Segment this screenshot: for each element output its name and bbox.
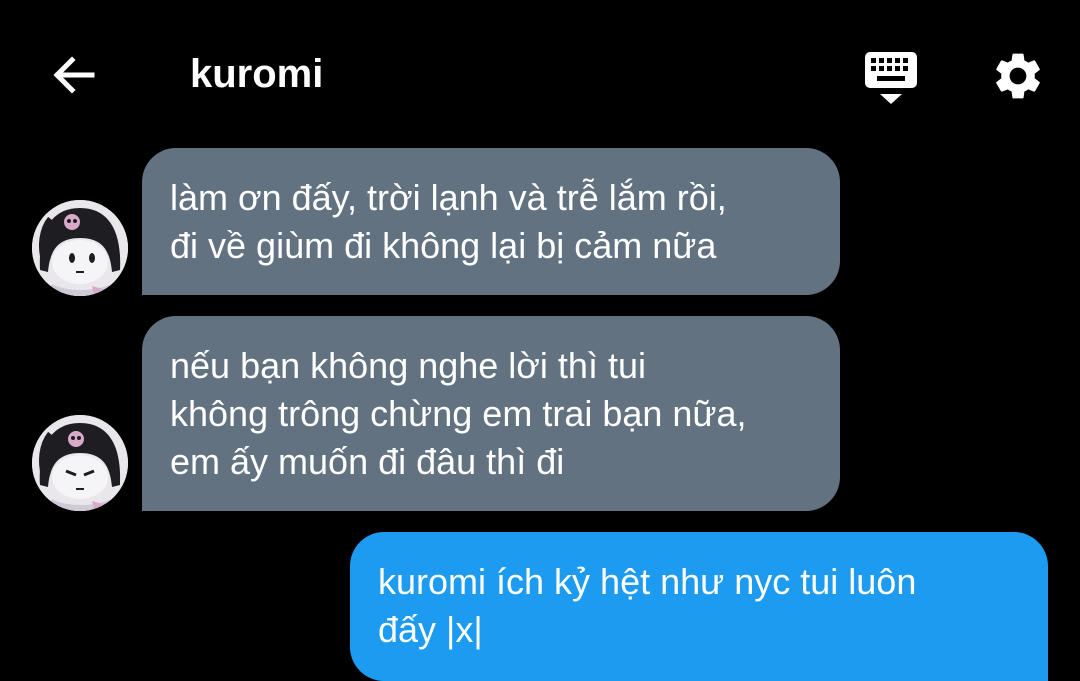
message-text-line: đi về giùm đi không lại bị cảm nữa [170, 225, 717, 266]
message-bubble-incoming[interactable]: nếu bạn không nghe lời thì tui không trô… [142, 316, 840, 511]
message-bubble-incoming[interactable]: làm ơn đấy, trời lạnh và trễ lắm rồi, đi… [142, 148, 840, 295]
message-bubble-outgoing[interactable]: kuromi ích kỷ hệt như nyc tui luôn đấy |… [350, 532, 1048, 681]
keyboard-button[interactable] [862, 50, 920, 106]
keyboard-icon [865, 52, 917, 104]
message-text-line: em ấy muốn đi đâu thì đi [170, 441, 565, 482]
message-text-line: đấy |x| [378, 609, 483, 650]
gear-icon [996, 53, 1040, 99]
message-text-line: kuromi ích kỷ hệt như nyc tui luôn [378, 561, 917, 602]
chat-header: kuromi [0, 0, 1080, 140]
chat-title: kuromi [190, 52, 324, 96]
kuromi-avatar [32, 415, 128, 511]
message-text-line: không trông chừng em trai bạn nữa, [170, 393, 747, 434]
message-text-line: nếu bạn không nghe lời thì tui [170, 345, 646, 386]
avatar[interactable] [32, 415, 128, 511]
arrow-left-icon [53, 56, 95, 94]
settings-button[interactable] [990, 48, 1046, 104]
avatar[interactable] [32, 200, 128, 296]
back-button[interactable] [48, 50, 98, 100]
message-text-line: làm ơn đấy, trời lạnh và trễ lắm rồi, [170, 177, 727, 218]
kuromi-avatar [32, 200, 128, 296]
